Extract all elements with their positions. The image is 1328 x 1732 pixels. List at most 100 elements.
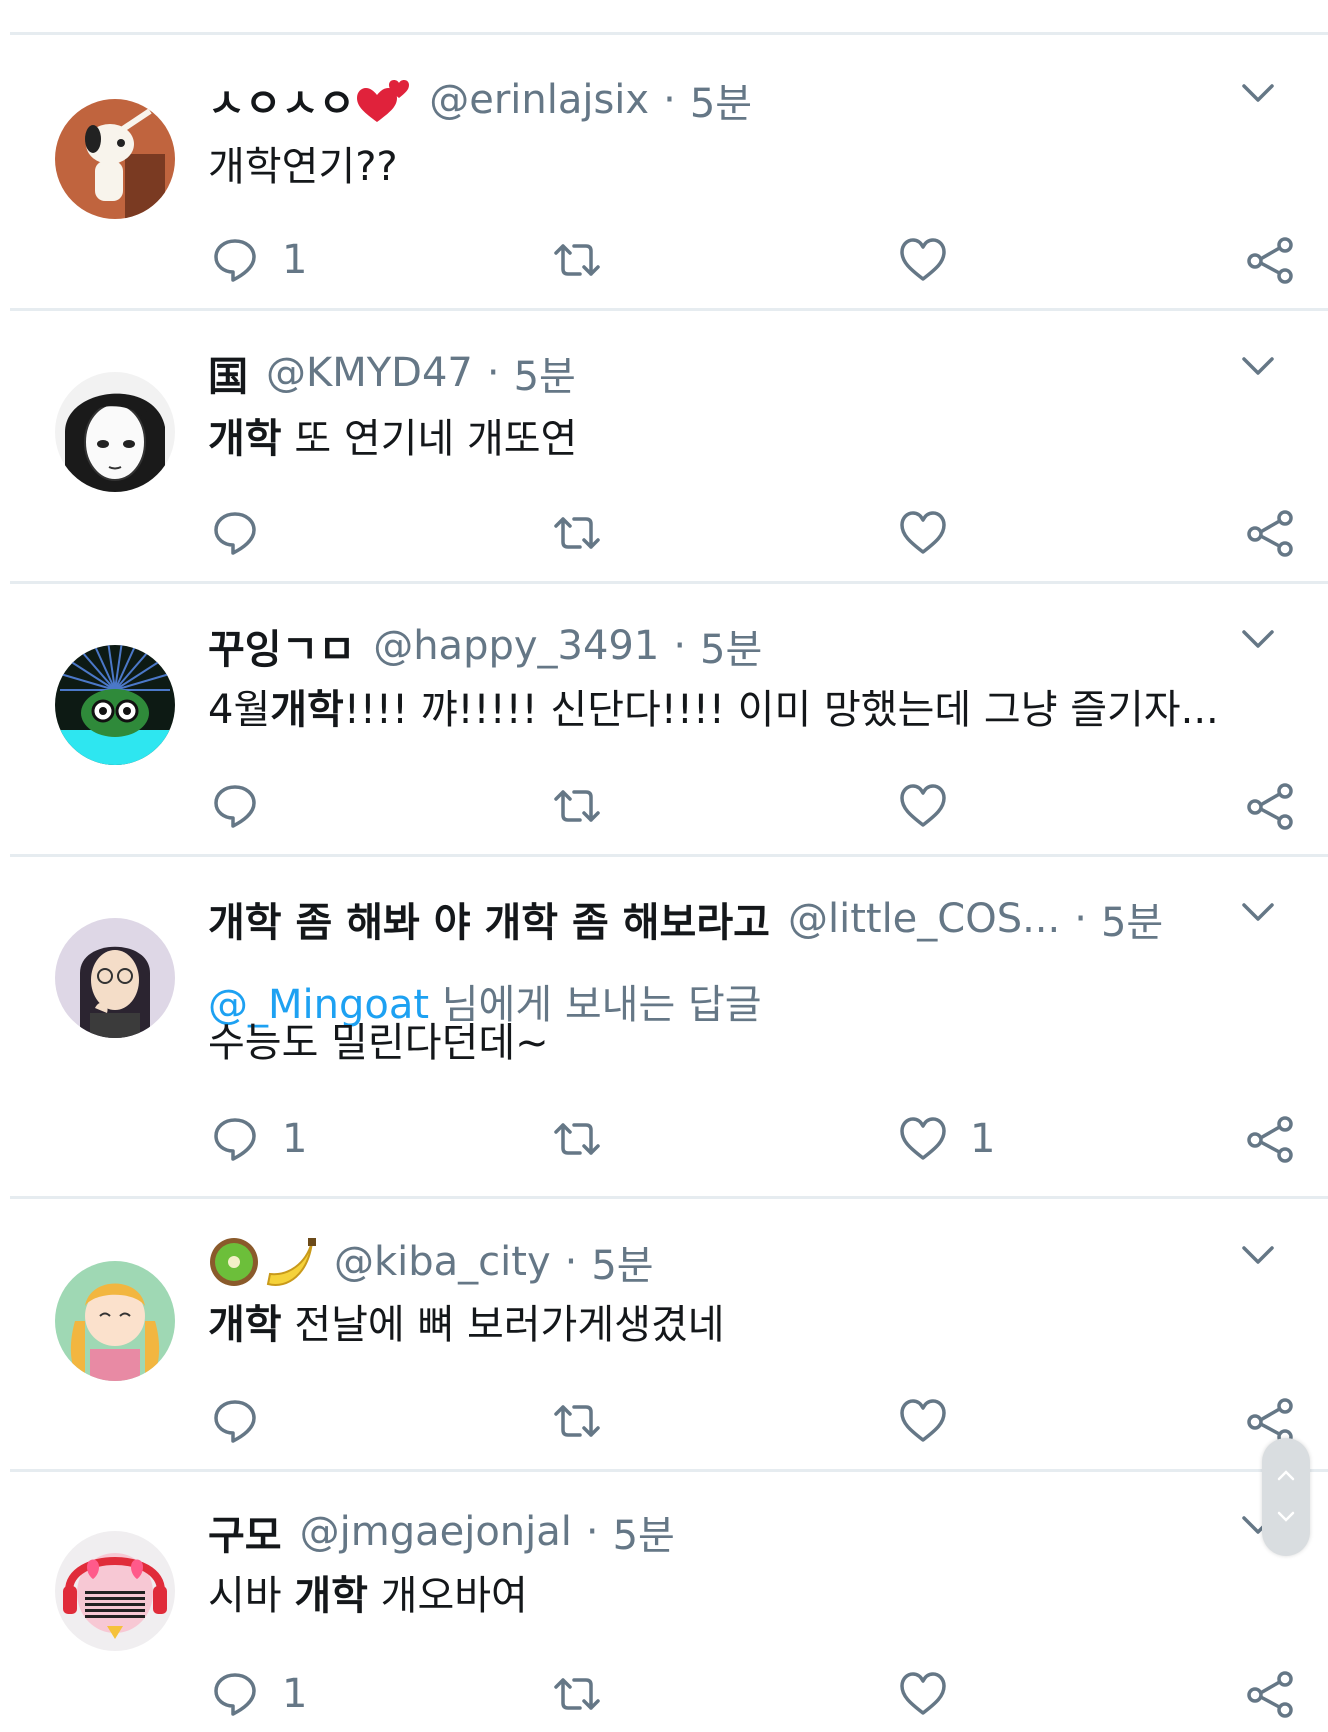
reply-button[interactable] [210, 505, 260, 561]
user-handle[interactable]: @kiba_city [334, 1239, 551, 1285]
tweet[interactable]: 国 @KMYD47 · 5분개학 또 연기네 개또연 [0, 311, 1328, 584]
tweet[interactable]: ㅅㅇㅅㅇ @erinlajsix · 5분 개학연기?? 1 [0, 35, 1328, 311]
chevron-down-icon[interactable] [1238, 347, 1278, 387]
tweet[interactable]: 꾸잉ㄱㅁ @happy_3491 · 5분 4월개학!!!! 꺄!!!!! 신단다!!!… [0, 584, 1328, 857]
tweet-actions [0, 1393, 1328, 1449]
avatar[interactable] [55, 372, 175, 492]
retweet-button[interactable] [552, 232, 602, 288]
separator-dot: · [1074, 896, 1087, 942]
tweet-header: 개학 좀 해봐 야 개학 좀 해보라고 @little_COS... · 5분 [208, 891, 1163, 947]
tweet-actions [0, 778, 1328, 834]
share-button[interactable] [1245, 232, 1295, 288]
user-handle[interactable]: @happy_3491 [373, 623, 659, 669]
share-icon [1247, 510, 1293, 557]
display-name[interactable]: 개학 좀 해봐 야 개학 좀 해보라고 [208, 890, 770, 948]
tweet-text: 개학연기?? [208, 139, 398, 195]
tweet-actions: 1 [0, 1666, 1328, 1722]
chevron-down-icon[interactable] [1238, 620, 1278, 660]
avatar-image [55, 1531, 175, 1651]
reply-icon [214, 512, 256, 555]
like-button[interactable] [898, 505, 948, 561]
avatar[interactable] [55, 645, 175, 765]
chevron-down-icon [1277, 1511, 1295, 1522]
retweet-icon [554, 1405, 600, 1437]
tweet-actions: 11 [0, 1111, 1328, 1167]
display-name[interactable]: 꾸잉ㄱㅁ [208, 617, 355, 675]
tweet-text-part: 개학 [270, 687, 344, 733]
retweet-button[interactable] [552, 778, 602, 834]
retweet-icon [554, 790, 600, 822]
timestamp[interactable]: 5분 [591, 1233, 653, 1291]
chevron-down-icon[interactable] [1238, 74, 1278, 114]
share-button[interactable] [1245, 1111, 1295, 1167]
tweet-text-part: 수능도 밀린다던데~ [208, 1020, 549, 1066]
retweet-icon [554, 1123, 600, 1155]
like-icon [900, 238, 946, 281]
avatar[interactable] [55, 918, 175, 1038]
separator-dot: · [486, 350, 500, 396]
reply-icon [214, 1673, 256, 1716]
user-handle[interactable]: @KMYD47 [266, 350, 473, 396]
like-button[interactable] [898, 232, 948, 288]
tweet[interactable]: @kiba_city · 5분 개학 전날에 뼈 보러가게생겼네 [0, 1199, 1328, 1472]
share-button[interactable] [1245, 505, 1295, 561]
like-button[interactable]: 1 [898, 1111, 995, 1167]
like-icon [900, 784, 946, 827]
tweet-text: 수능도 밀린다던데~ [208, 1015, 549, 1071]
retweet-button[interactable] [552, 1111, 602, 1167]
avatar-image [55, 372, 175, 492]
scroll-handle[interactable] [1262, 1438, 1310, 1556]
avatar[interactable] [55, 1531, 175, 1651]
display-name[interactable]: 国 [208, 344, 248, 402]
tweet[interactable]: 구모 @jmgaejonjal · 5분 시바 개학 개오바여 1 [0, 1472, 1328, 1732]
reply-button[interactable] [210, 778, 260, 834]
avatar[interactable] [55, 99, 175, 219]
reply-button[interactable]: 1 [210, 1111, 307, 1167]
avatar-image [55, 645, 175, 765]
reply-button[interactable]: 1 [210, 232, 307, 288]
share-icon [1247, 1671, 1293, 1718]
retweet-icon [554, 517, 600, 549]
separator-dot: · [564, 1239, 578, 1285]
timestamp[interactable]: 5분 [700, 617, 762, 675]
user-handle[interactable]: @little_COS... [788, 896, 1060, 942]
timestamp[interactable]: 5분 [690, 71, 752, 129]
display-name[interactable]: 구모 [208, 1503, 282, 1561]
user-handle[interactable]: @erinlajsix [429, 77, 649, 123]
avatar-image [55, 99, 175, 219]
tweet-header: ㅅㅇㅅㅇ @erinlajsix · 5분 [208, 72, 752, 128]
chevron-down-icon[interactable] [1238, 893, 1278, 933]
chevron-down-icon[interactable] [1238, 1236, 1278, 1276]
like-icon [900, 511, 946, 554]
user-handle[interactable]: @jmgaejonjal [300, 1509, 572, 1555]
share-button[interactable] [1245, 1666, 1295, 1722]
like-button[interactable] [898, 1666, 948, 1722]
avatar[interactable] [55, 1261, 175, 1381]
like-button[interactable] [898, 778, 948, 834]
display-name[interactable]: ㅅㅇㅅㅇ [208, 71, 355, 129]
reply-icon [214, 1118, 256, 1161]
reply-button[interactable]: 1 [210, 1666, 307, 1722]
tweet-text-part: 4월 [208, 687, 271, 733]
tweet-text: 개학 또 연기네 개또연 [208, 411, 577, 467]
reply-button[interactable] [210, 1393, 260, 1449]
like-button[interactable] [898, 1393, 948, 1449]
tweet-header: 구모 @jmgaejonjal · 5분 [208, 1504, 675, 1560]
timestamp[interactable]: 5분 [514, 344, 576, 402]
timestamp[interactable]: 5분 [1101, 890, 1163, 948]
retweet-button[interactable] [552, 1666, 602, 1722]
share-button[interactable] [1245, 778, 1295, 834]
share-icon [1247, 1116, 1293, 1163]
like-icon [900, 1117, 946, 1160]
reply-count: 1 [282, 237, 308, 283]
tweet[interactable]: 개학 좀 해봐 야 개학 좀 해보라고 @little_COS... · 5분 @_Mi… [0, 857, 1328, 1199]
reply-icon [214, 1400, 256, 1443]
timestamp[interactable]: 5분 [613, 1503, 675, 1561]
tweet-text: 4월개학!!!! 꺄!!!!! 신단다!!!! 이미 망했는데 그냥 즐기자..… [208, 682, 1219, 738]
retweet-button[interactable] [552, 1393, 602, 1449]
like-icon [900, 1399, 946, 1442]
tweet-header: @kiba_city · 5분 [208, 1234, 654, 1290]
tweet-text-part: 전날에 뼈 보러가게생겼네 [281, 1302, 725, 1348]
retweet-button[interactable] [552, 505, 602, 561]
tweet-header: 国 @KMYD47 · 5분 [208, 345, 576, 401]
